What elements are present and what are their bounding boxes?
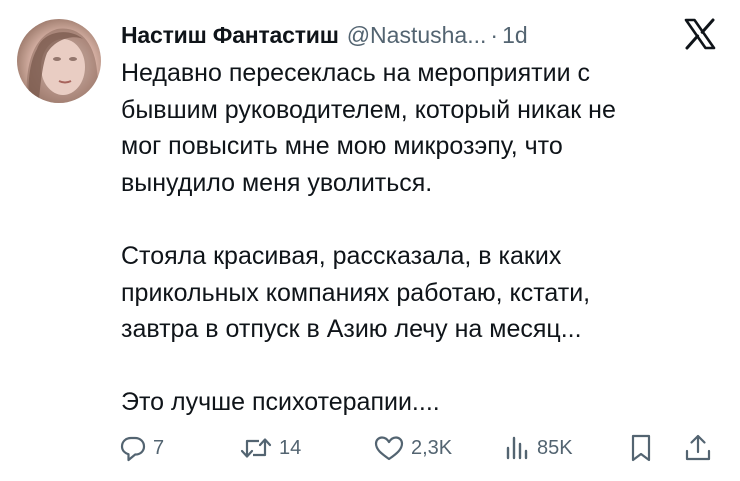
reply-count: 7 [153,436,165,459]
views-count: 85K [537,436,573,459]
author-name[interactable]: Настиш Фантастиш [121,22,339,49]
x-logo-icon[interactable] [683,17,717,51]
tweet-line: Стояла красивая, рассказала, в каких [121,241,562,270]
avatar[interactable] [17,19,101,103]
tweet-line: вынудило меня уволиться. [121,168,433,197]
tweet-line: мог повысить мне мою микрозэпу, что [121,132,563,161]
tweet-line: бывшим руководителем, который никак не [121,95,616,124]
tweet-header: Настиш Фантастиш @Nastusha... · 1d [121,17,528,53]
bookmark-button[interactable] [627,430,655,466]
bookmark-icon [627,433,655,463]
like-count: 2,3K [411,436,453,459]
tweet-line: Недавно пересеклась на мероприятии с [121,59,590,87]
tweet-line: Это лучше психотерапии.... [121,388,440,417]
views-icon [503,434,531,462]
share-button[interactable] [683,430,713,466]
action-bar: 7 14 2,3K 85K [119,430,729,466]
tweet-line: завтра в отпуск в Азию лечу на месяц... [121,315,582,344]
tweet-line: прикольных компаниях работаю, кстати, [121,278,591,307]
author-handle[interactable]: @Nastusha... [347,22,487,49]
post-time[interactable]: 1d [502,22,528,49]
heart-icon [373,434,405,462]
retweet-button[interactable]: 14 [239,430,301,466]
tweet-text: Недавно пересеклась на мероприятии с быв… [121,55,721,421]
retweet-count: 14 [279,436,302,459]
reply-icon [119,434,147,462]
separator-dot: · [490,21,499,48]
like-button[interactable]: 2,3K [373,430,452,466]
reply-button[interactable]: 7 [119,430,164,466]
share-icon [683,433,713,463]
views-button[interactable]: 85K [503,430,573,466]
retweet-icon [239,434,273,462]
